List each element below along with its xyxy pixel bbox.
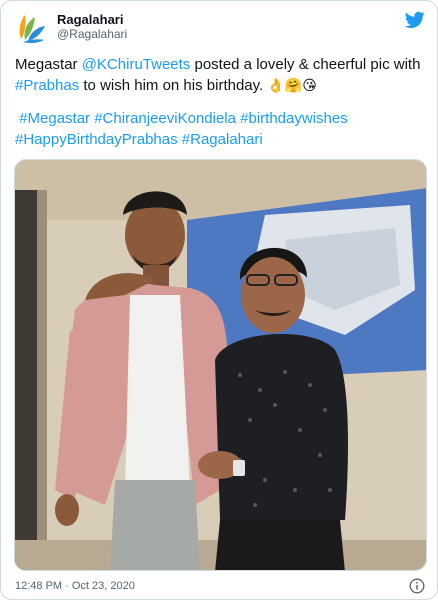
hashtag-link[interactable]: #ChiranjeeviKondiela (94, 110, 236, 127)
text-prefix: Megastar (15, 56, 82, 73)
mention-link[interactable]: @KChiruTweets (82, 56, 191, 73)
emoji-group: 👌🤗😘 (267, 77, 317, 93)
info-icon[interactable] (409, 578, 425, 594)
tweet-header: Ragalahari @Ragalahari (13, 9, 425, 45)
text-middle: posted a lovely & cheerful pic with (190, 56, 421, 73)
tweet-hashtags: #Megastar #ChiranjeeviKondiela #birthday… (15, 108, 427, 150)
timestamp[interactable]: 12:48 PM · Oct 23, 2020 (15, 580, 135, 592)
tweet-card: Ragalahari @Ragalahari Megastar @KChiruT… (0, 0, 438, 600)
display-name[interactable]: Ragalahari (57, 12, 127, 27)
photo-two-men-posing (15, 160, 426, 570)
hashtag-link[interactable]: #Prabhas (15, 77, 79, 94)
hashtag-link[interactable]: #birthdaywishes (240, 110, 348, 127)
hashtag-link[interactable]: #HappyBirthdayPrabhas (15, 131, 178, 148)
avatar[interactable] (13, 9, 49, 45)
twitter-bird-icon[interactable] (405, 11, 425, 29)
account-names: Ragalahari @Ragalahari (57, 12, 127, 42)
tweet-text: Megastar @KChiruTweets posted a lovely &… (15, 54, 427, 150)
account-handle[interactable]: @Ragalahari (57, 27, 127, 42)
hashtag-link[interactable]: #Ragalahari (182, 131, 263, 148)
tweet-photo[interactable] (14, 159, 427, 571)
tweet-paragraph-1: Megastar @KChiruTweets posted a lovely &… (15, 54, 427, 96)
ragalahari-logo-icon (19, 15, 45, 44)
tweet-footer: 12:48 PM · Oct 23, 2020 (15, 577, 425, 595)
hashtag-link[interactable]: #Megastar (19, 110, 90, 127)
text-suffix: to wish him on his birthday. (79, 77, 268, 94)
